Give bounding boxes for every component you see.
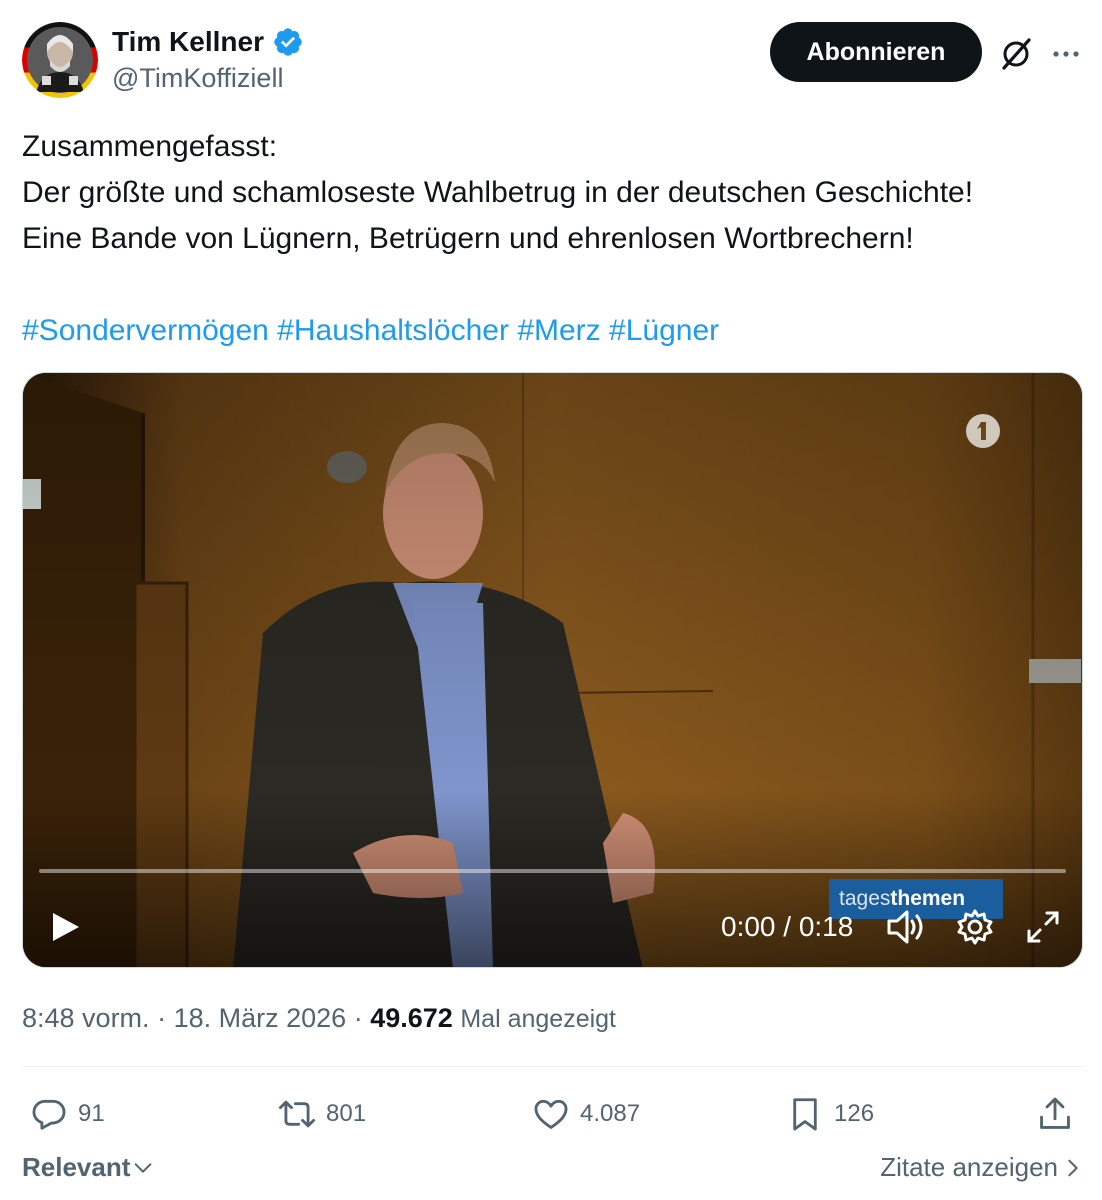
repost-button[interactable]: 801 bbox=[278, 1090, 366, 1138]
grok-icon[interactable] bbox=[998, 36, 1034, 72]
hashtag-link[interactable]: #Haushaltslöcher bbox=[277, 314, 509, 347]
name-block: Tim Kellner @TimKoffiziell bbox=[112, 24, 304, 96]
display-name[interactable]: Tim Kellner bbox=[112, 24, 264, 60]
meta-separator: · bbox=[353, 1003, 363, 1033]
handle[interactable]: @TimKoffiziell bbox=[112, 60, 304, 96]
divider bbox=[22, 1066, 1084, 1067]
tweet-footer: Relevant Zitate anzeigen bbox=[22, 1152, 1084, 1192]
hashtag-list: #Sondervermögen #Haushaltslöcher #Merz #… bbox=[22, 308, 1082, 354]
settings-gear-icon[interactable] bbox=[955, 907, 995, 947]
more-options-icon[interactable] bbox=[1048, 36, 1084, 72]
video-progress-bar[interactable] bbox=[39, 869, 1066, 873]
fullscreen-expand-icon[interactable] bbox=[1023, 907, 1063, 947]
video-player[interactable]: tagesthemen 0:00 / 0:18 bbox=[22, 372, 1083, 968]
tweet-text: Zusammengefasst: Der größte und schamlos… bbox=[22, 124, 1082, 354]
hashtag-link[interactable]: #Lügner bbox=[609, 314, 719, 347]
reply-icon bbox=[32, 1099, 66, 1130]
tweet-meta: 8:48 vorm. · 18. März 2026 · 49.672 Mal … bbox=[22, 998, 616, 1039]
video-time: 0:00 / 0:18 bbox=[721, 911, 854, 942]
reply-button[interactable]: 91 bbox=[30, 1090, 105, 1138]
verified-badge-icon bbox=[272, 26, 304, 58]
view-count-label: Mal angezeigt bbox=[460, 1005, 616, 1033]
hashtag-link[interactable]: #Merz bbox=[517, 314, 600, 347]
view-quotes-link[interactable]: Zitate anzeigen bbox=[880, 1152, 1084, 1183]
action-bar: 91 801 4.087 126 bbox=[22, 1090, 1084, 1138]
chevron-right-icon bbox=[1068, 1159, 1078, 1176]
subscribe-button[interactable]: Abonnieren bbox=[770, 22, 982, 82]
reply-count: 91 bbox=[78, 1100, 105, 1127]
sort-label: Relevant bbox=[22, 1152, 131, 1182]
post-date[interactable]: 18. März 2026 bbox=[174, 1003, 347, 1033]
bookmark-icon bbox=[793, 1098, 817, 1131]
overlay-prefix: tages bbox=[839, 887, 891, 910]
repost-icon bbox=[278, 1100, 316, 1128]
volume-icon[interactable] bbox=[885, 907, 929, 947]
share-button[interactable] bbox=[1036, 1090, 1084, 1138]
post-time[interactable]: 8:48 vorm. bbox=[22, 1003, 150, 1033]
tweet-line: Eine Bande von Lügnern, Betrügern und eh… bbox=[22, 222, 914, 255]
share-icon bbox=[1040, 1097, 1070, 1129]
like-button[interactable]: 4.087 bbox=[532, 1090, 640, 1138]
quotes-label: Zitate anzeigen bbox=[880, 1152, 1058, 1182]
bookmark-button[interactable]: 126 bbox=[786, 1090, 874, 1138]
tweet-header: Tim Kellner @TimKoffiziell Abonnieren bbox=[22, 22, 1080, 98]
repost-count: 801 bbox=[326, 1100, 367, 1127]
heart-icon bbox=[534, 1099, 568, 1129]
tweet-line: Zusammengefasst: bbox=[22, 130, 278, 163]
meta-separator: · bbox=[157, 1003, 167, 1033]
play-icon[interactable] bbox=[47, 907, 83, 947]
hashtag-link[interactable]: #Sondervermögen bbox=[22, 314, 269, 347]
view-count: 49.672 bbox=[370, 1003, 453, 1033]
like-count: 4.087 bbox=[580, 1100, 641, 1127]
avatar[interactable] bbox=[22, 22, 98, 98]
sort-relevant-dropdown[interactable]: Relevant bbox=[22, 1152, 154, 1183]
chevron-down-icon bbox=[135, 1162, 152, 1173]
channel-logo-icon bbox=[963, 411, 1003, 451]
tweet-line: Der größte und schamloseste Wahlbetrug i… bbox=[22, 176, 974, 209]
bookmark-count: 126 bbox=[834, 1100, 875, 1127]
